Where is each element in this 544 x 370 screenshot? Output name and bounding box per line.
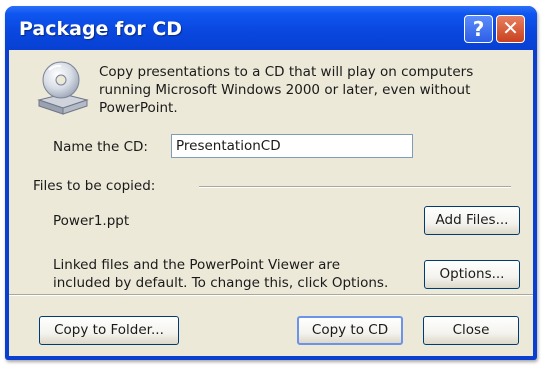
package-for-cd-dialog: Package for CD ? ✕ Copy presentations to… [5, 6, 537, 360]
files-to-copy-label: Files to be copied: [33, 178, 156, 194]
title-bar[interactable]: Package for CD ? ✕ [5, 6, 537, 50]
files-divider [199, 186, 511, 188]
dialog-body: Copy presentations to a CD that will pla… [9, 50, 533, 356]
cd-computer-icon [37, 61, 89, 115]
linked-note-line-1: Linked files and the PowerPoint Viewer a… [53, 257, 340, 273]
cd-name-input[interactable]: PresentationCD [171, 134, 413, 158]
file-list-item[interactable]: Power1.ppt [53, 212, 129, 230]
copy-to-folder-button[interactable]: Copy to Folder... [39, 316, 179, 345]
window-title: Package for CD [19, 18, 183, 40]
description-line-3: PowerPoint. [99, 100, 178, 116]
copy-to-cd-button[interactable]: Copy to CD [297, 316, 403, 345]
description-line-1: Copy presentations to a CD that will pla… [99, 64, 474, 80]
linked-note-line-2: included by default. To change this, cli… [53, 275, 389, 291]
close-button[interactable]: Close [423, 316, 519, 345]
name-cd-label: Name the CD: [53, 139, 148, 155]
help-button[interactable]: ? [464, 15, 493, 43]
close-window-button[interactable]: ✕ [496, 15, 525, 43]
options-button[interactable]: Options... [424, 260, 520, 289]
description-line-2: running Microsoft Windows 2000 or later,… [99, 82, 471, 98]
footer-separator [9, 294, 533, 296]
add-files-button[interactable]: Add Files... [424, 206, 520, 235]
